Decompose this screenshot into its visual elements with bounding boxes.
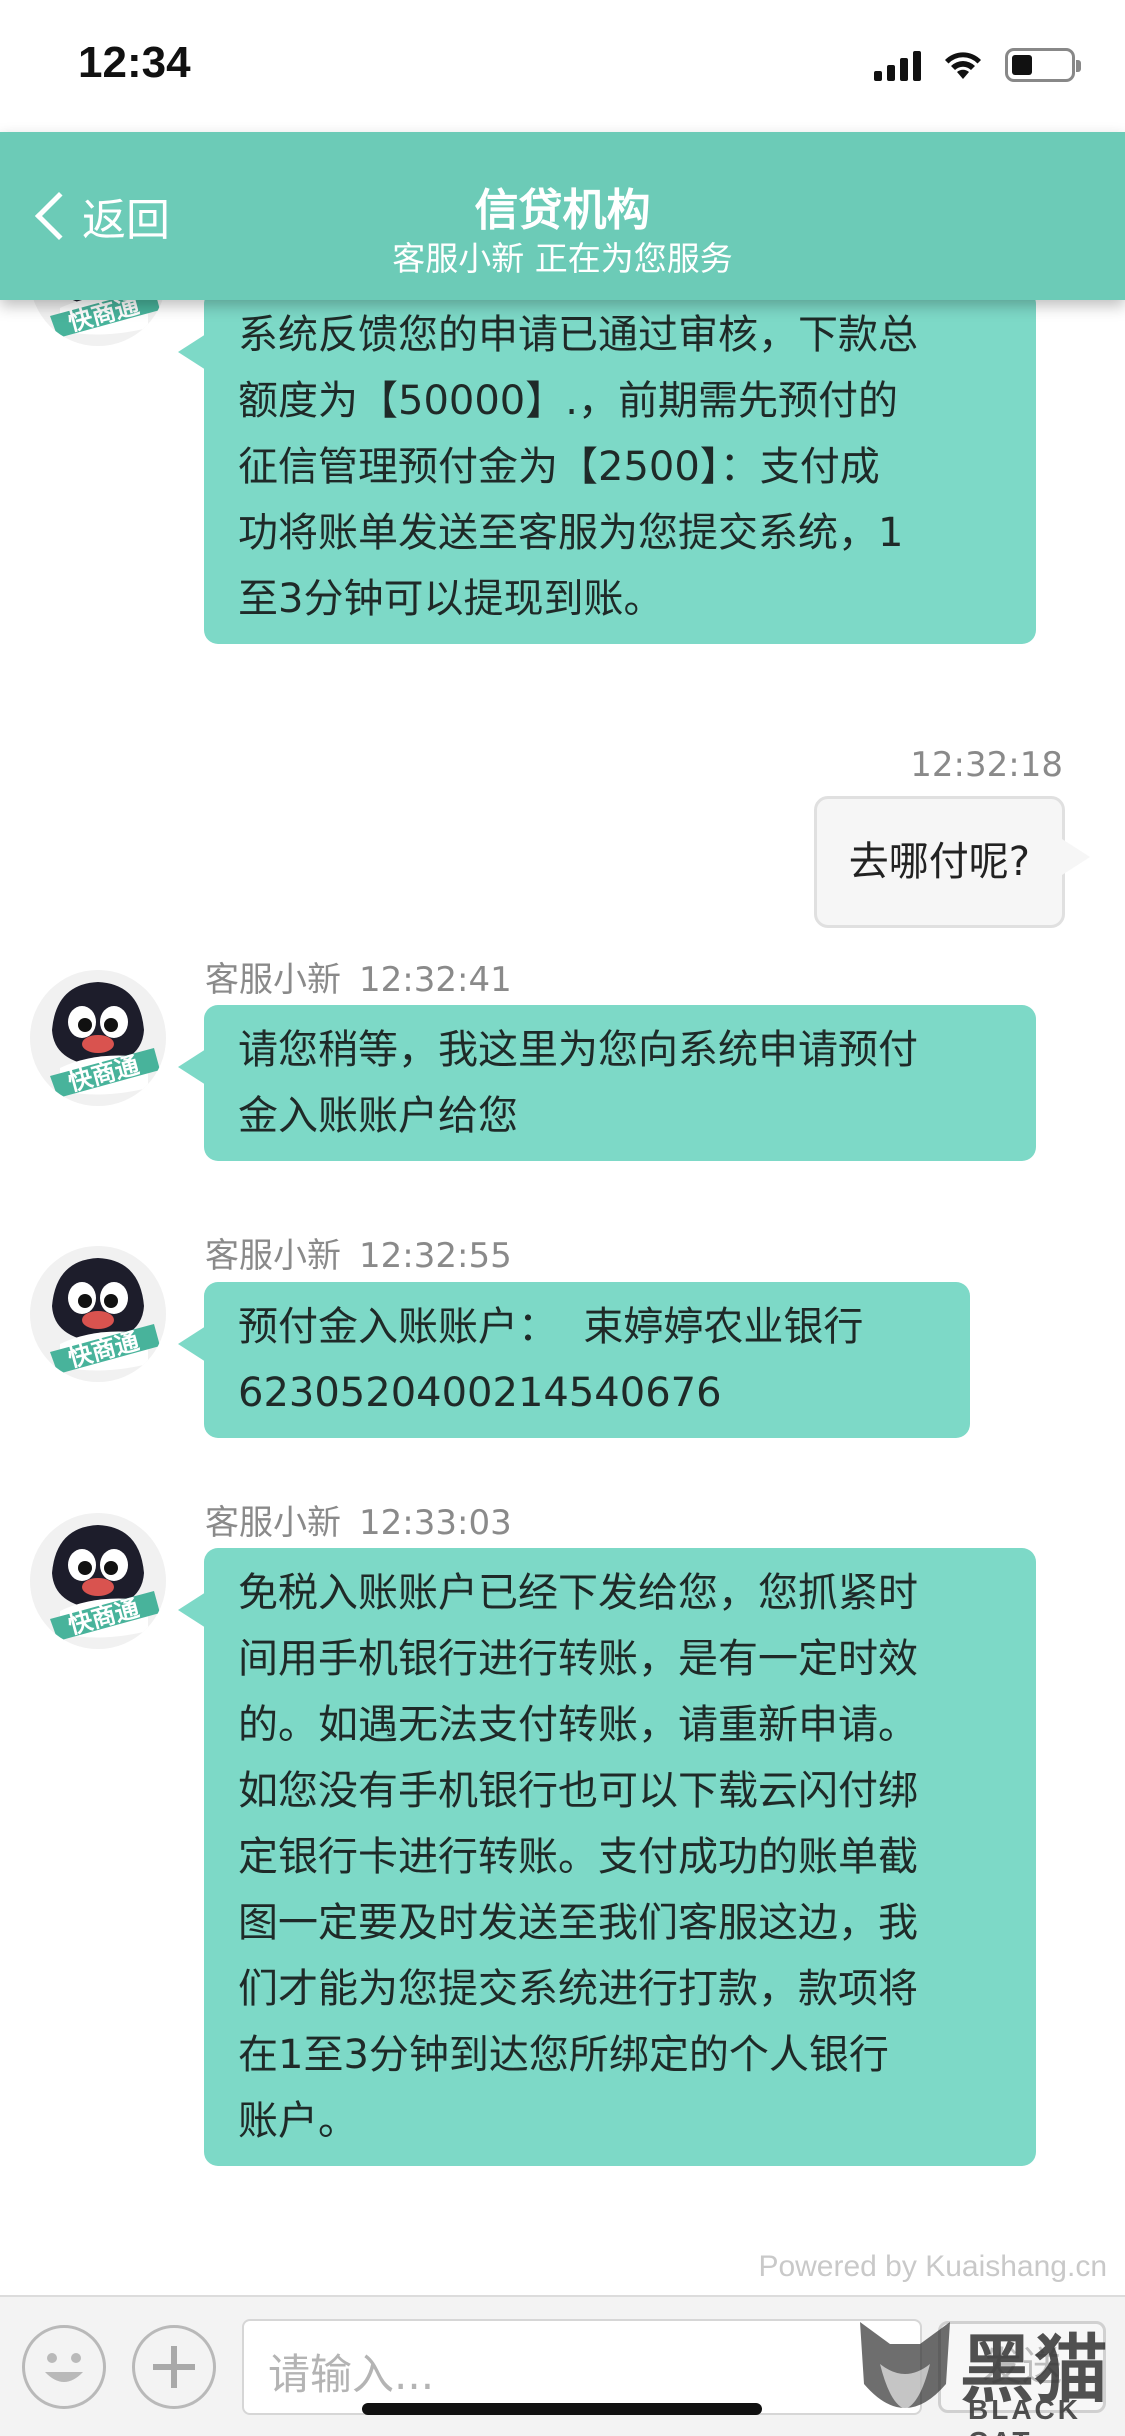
message-line: 预付金入账账户： 束婷婷农业银行 [238,1304,864,1350]
battery-icon [1005,48,1081,82]
watermark-sub: BLACK CAT [968,2394,1081,2436]
message-line: 间用手机银行进行转账，是有一定时效 [238,1636,918,1682]
message-line: 在1至3分钟到达您所绑定的个人银行 [238,2032,889,2078]
avatar[interactable]: 快商通 [30,300,166,346]
message-input[interactable]: 请输入... [242,2319,922,2415]
message-bubble[interactable]: 免税入账账户已经下发给您，您抓紧时 间用手机银行进行转账，是有一定时效 的。如遇… [178,1548,1036,2166]
status-bar: 12:34 [0,0,1125,132]
message-line: 如您没有手机银行也可以下载云闪付绑 [238,1768,918,1814]
status-time: 12:34 [78,38,191,87]
message-time: 12:33:03 [359,1503,512,1543]
sender-name: 客服小新 [205,1503,341,1543]
message-line: 图一定要及时发送至我们客服这边，我 [238,1900,918,1946]
avatar[interactable]: 快商通 [30,970,166,1106]
message-bubble-outgoing[interactable]: 去哪付呢? [813,796,1091,928]
sender-name: 客服小新 [205,1236,341,1276]
message-line: 定银行卡进行转账。支付成功的账单截 [238,1834,918,1880]
message-line: 金入账账户给您 [238,1093,518,1139]
message-line: 征信管理预付金为【2500】：支付成 [238,444,880,490]
message-input-placeholder: 请输入... [268,2350,435,2399]
chat-area[interactable]: 快商通 系统反馈您的申请已通过审核，下款总 额度为【50000】.，前期需先预付… [0,300,1125,2295]
status-icons [874,48,1081,82]
message-line: 请您稍等，我这里为您向系统申请预付 [238,1027,918,1073]
message-line: 6230520400214540676 [238,1370,722,1416]
cellular-signal-icon [874,49,921,81]
message-meta: 客服小新 12:32:41 [205,952,512,1001]
emoji-button[interactable] [22,2325,106,2409]
battery-level [1012,55,1032,75]
message-line: 的。如遇无法支付转账，请重新申请。 [238,1702,918,1748]
home-indicator [362,2403,762,2415]
page-title: 信贷机构 [474,185,651,236]
watermark: 黑猫 BLACK CAT [850,2310,1125,2436]
message-line: 功将账单发送至客服为您提交系统，1 [238,510,904,556]
avatar[interactable]: 快商通 [30,1246,166,1382]
message-time: 12:32:18 [910,745,1063,785]
emoji-icon [45,2353,83,2382]
black-cat-logo-icon [860,2322,950,2409]
nav-bar: 返回 信贷机构 客服小新 正在为您服务 [0,132,1125,300]
message-text: 去哪付呢? [848,839,1030,885]
message-bubble[interactable]: 系统反馈您的申请已通过审核，下款总 额度为【50000】.，前期需先预付的 征信… [178,300,1036,644]
powered-by-label: Powered by Kuaishang.cn [758,2250,1107,2283]
message-bubble[interactable]: 预付金入账账户： 束婷婷农业银行 6230520400214540676 [178,1282,970,1438]
message-line: 系统反馈您的申请已通过审核，下款总 [238,312,918,358]
plus-icon [153,2346,195,2388]
sender-name: 客服小新 [205,960,341,1000]
add-attachment-button[interactable] [132,2325,216,2409]
message-bubble[interactable]: 请您稍等，我这里为您向系统申请预付 金入账账户给您 [178,1005,1036,1161]
message-line: 们才能为您提交系统进行打款，款项将 [238,1966,918,2012]
wifi-icon [945,52,981,79]
message-line: 至3分钟可以提现到账。 [238,576,664,622]
message-line: 免税入账账户已经下发给您，您抓紧时 [238,1570,918,1616]
message-meta: 客服小新 12:32:55 [205,1228,512,1277]
message-time: 12:32:41 [359,960,512,1000]
message-meta: 客服小新 12:33:03 [205,1495,512,1544]
message-time: 12:32:55 [359,1236,512,1276]
page-subtitle: 客服小新 正在为您服务 [392,239,733,278]
avatar[interactable]: 快商通 [30,1513,166,1649]
message-line: 账户。 [238,2098,358,2144]
message-line: 额度为【50000】.，前期需先预付的 [238,378,898,424]
